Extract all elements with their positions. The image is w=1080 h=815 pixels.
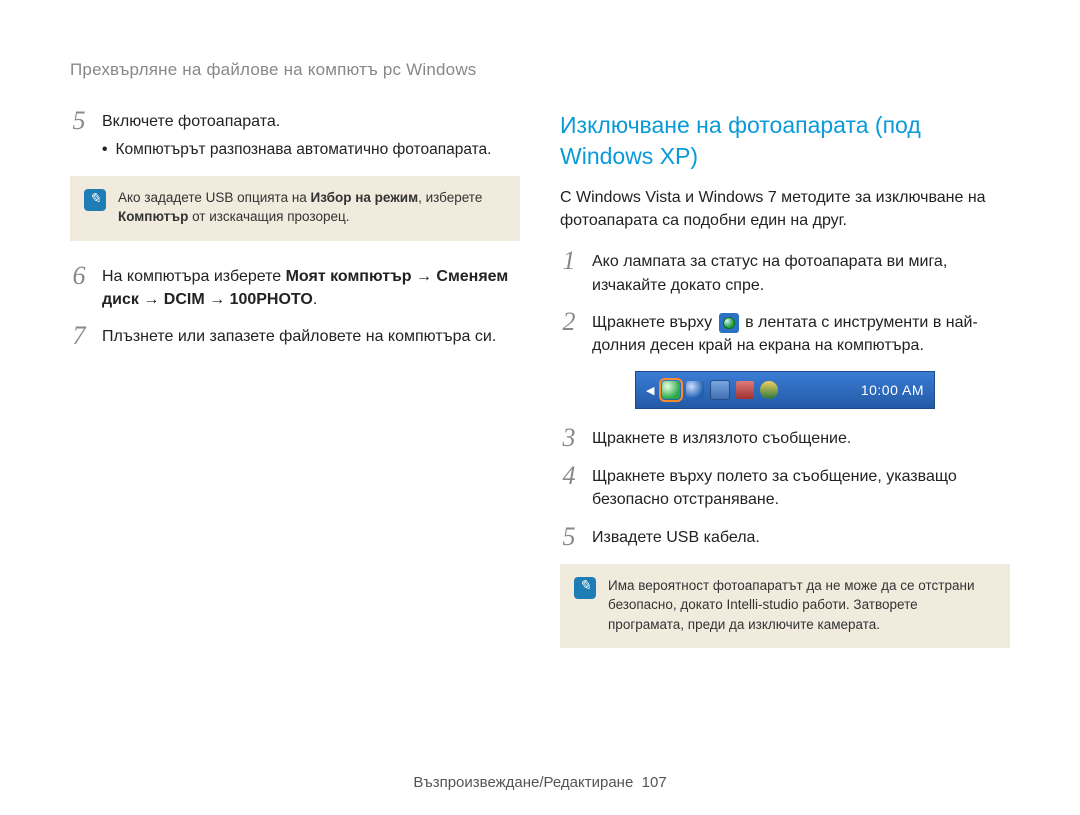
step-number: 1 bbox=[560, 248, 578, 274]
note-icon: ✎ bbox=[574, 577, 596, 599]
page-header: Прехвърляне на файлове на компютъ рс Win… bbox=[70, 60, 1010, 80]
left-column: 5 Включете фотоапарата. • Компютърът раз… bbox=[70, 110, 520, 672]
step-number: 2 bbox=[560, 309, 578, 335]
step-text: Ако лампата за статус на фотоапарата ви … bbox=[592, 250, 1010, 296]
step-3-right: 3 Щракнете в излязлото съобщение. bbox=[560, 427, 1010, 451]
step-body: Включете фотоапарата. • Компютърът разпо… bbox=[102, 110, 520, 162]
step-number: 5 bbox=[70, 108, 88, 134]
step6-dot: . bbox=[313, 291, 317, 308]
step-5-right: 5 Извадете USB кабела. bbox=[560, 526, 1010, 550]
bullet-dot: • bbox=[102, 139, 107, 161]
safely-remove-tray-icon[interactable] bbox=[662, 381, 680, 399]
security-icon bbox=[760, 381, 778, 399]
step-text: Включете фотоапарата. bbox=[102, 110, 520, 133]
step-body: Щракнете върху в лентата с инструменти в… bbox=[592, 311, 1010, 357]
volume-icon bbox=[736, 381, 754, 399]
taskbar-illustration: ◀ 10:00 AM bbox=[560, 371, 1010, 409]
step-number: 5 bbox=[560, 524, 578, 550]
footer-page-number: 107 bbox=[642, 774, 667, 791]
step2-prefix: Щракнете върху bbox=[592, 314, 717, 331]
note-box-usb: ✎ Ако зададете USB опцията на Избор на р… bbox=[70, 176, 520, 241]
step-6-left: 6 На компютъра изберете Моят компютър → … bbox=[70, 265, 520, 311]
step-7-left: 7 Плъзнете или запазете файловете на ком… bbox=[70, 325, 520, 349]
step-2-right: 2 Щракнете върху в лентата с инструменти… bbox=[560, 311, 1010, 357]
note-mid: , изберете bbox=[418, 190, 482, 205]
taskbar: ◀ 10:00 AM bbox=[635, 371, 935, 409]
taskbar-clock: 10:00 AM bbox=[861, 382, 924, 398]
step6-prefix: На компютъра изберете bbox=[102, 268, 286, 285]
page: Прехвърляне на файлове на компютъ рс Win… bbox=[0, 0, 1080, 815]
tray-icon bbox=[686, 381, 704, 399]
step-4-right: 4 Щракнете върху полето за съобщение, ук… bbox=[560, 465, 1010, 511]
safely-remove-icon bbox=[719, 313, 739, 333]
note-prefix: Ако зададете USB опцията на bbox=[118, 190, 311, 205]
step-text: Плъзнете или запазете файловете на компю… bbox=[102, 325, 520, 348]
bullet-text: Компютърът разпознава автоматично фотоап… bbox=[115, 139, 491, 161]
step-number: 7 bbox=[70, 323, 88, 349]
step-text: Щракнете в излязлото съобщение. bbox=[592, 427, 1010, 450]
note-icon: ✎ bbox=[84, 189, 106, 211]
step-5-left: 5 Включете фотоапарата. • Компютърът раз… bbox=[70, 110, 520, 162]
note-suffix: от изскачащия прозорец. bbox=[188, 209, 349, 224]
step-number: 6 bbox=[70, 263, 88, 289]
right-column: Изключване на фотоапарата (под Windows X… bbox=[560, 110, 1010, 672]
section-title: Изключване на фотоапарата (под Windows X… bbox=[560, 110, 1010, 172]
content-columns: 5 Включете фотоапарата. • Компютърът раз… bbox=[70, 110, 1010, 672]
step-text: Извадете USB кабела. bbox=[592, 526, 1010, 549]
step-sub-bullet: • Компютърът разпознава автоматично фото… bbox=[102, 139, 520, 161]
tray-icon bbox=[710, 380, 730, 400]
step-body: На компютъра изберете Моят компютър → См… bbox=[102, 265, 520, 311]
section-intro: С Windows Vista и Windows 7 методите за … bbox=[560, 186, 1010, 232]
note-bold2: Компютър bbox=[118, 209, 188, 224]
step-number: 3 bbox=[560, 425, 578, 451]
note-text: Има вероятност фотоапаратът да не може д… bbox=[608, 576, 994, 635]
footer-label: Възпроизвеждане/Редактиране bbox=[413, 774, 633, 791]
note-box-intellistudio: ✎ Има вероятност фотоапаратът да не може… bbox=[560, 564, 1010, 649]
page-footer: Възпроизвеждане/Редактиране 107 bbox=[0, 774, 1080, 791]
tray-expand-icon: ◀ bbox=[646, 384, 654, 397]
note-bold1: Избор на режим bbox=[311, 190, 419, 205]
step-number: 4 bbox=[560, 463, 578, 489]
note-text: Ако зададете USB опцията на Избор на реж… bbox=[118, 188, 504, 227]
step-1-right: 1 Ако лампата за статус на фотоапарата в… bbox=[560, 250, 1010, 296]
step-text: Щракнете върху полето за съобщение, указ… bbox=[592, 465, 1010, 511]
